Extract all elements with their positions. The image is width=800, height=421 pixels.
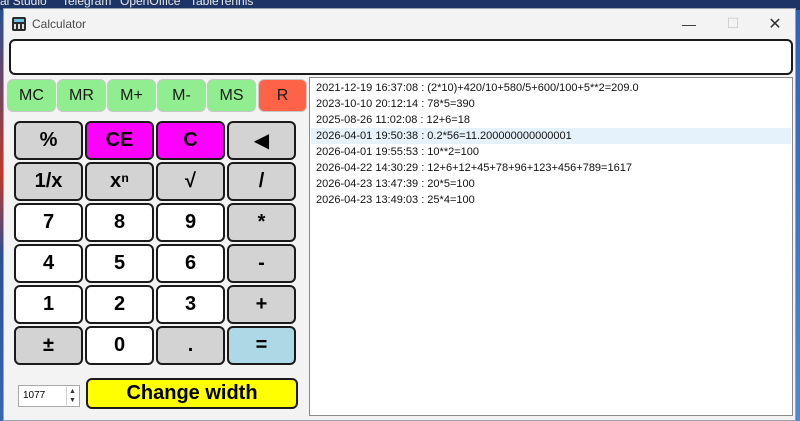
title-bar[interactable]: Calculator — ☐ ✕ <box>4 9 795 38</box>
history-list[interactable]: 2021-12-19 16:37:08 : (2*10)+420/10+580/… <box>309 77 793 416</box>
spin-down-icon[interactable]: ▼ <box>66 396 78 405</box>
window-title: Calculator <box>32 17 87 31</box>
history-item[interactable]: 2026-04-01 19:50:38 : 0.2*56=11.20000000… <box>311 128 791 144</box>
taskbar-label: Telegram <box>62 0 112 8</box>
minimize-button[interactable]: — <box>667 9 711 38</box>
clear-entry-key[interactable]: CE <box>85 121 154 160</box>
digit-5-key[interactable]: 5 <box>85 244 154 283</box>
multiply-key[interactable]: * <box>227 203 296 242</box>
taskbar-label: al Studio <box>0 0 47 8</box>
backspace-key[interactable]: ◀ <box>227 121 296 160</box>
digit-8-key[interactable]: 8 <box>85 203 154 242</box>
divide-key[interactable]: / <box>227 162 296 201</box>
digit-9-key[interactable]: 9 <box>156 203 225 242</box>
taskbar-label: TableTennis <box>190 0 254 8</box>
history-item[interactable]: 2023-10-10 20:12:14 : 78*5=390 <box>311 96 791 112</box>
negate-key[interactable]: ± <box>14 326 83 365</box>
memory-add-button[interactable]: M+ <box>107 79 156 112</box>
calculator-display[interactable] <box>9 39 793 75</box>
subtract-key[interactable]: - <box>227 244 296 283</box>
memory-store-button[interactable]: MS <box>207 79 256 112</box>
change-width-button[interactable]: Change width <box>86 378 298 409</box>
square-root-key[interactable]: √ <box>156 162 225 201</box>
maximize-button[interactable]: ☐ <box>711 9 755 38</box>
digit-3-key[interactable]: 3 <box>156 285 225 324</box>
taskbar-label: OpenOffice <box>120 0 181 8</box>
calculator-icon <box>12 17 26 31</box>
digit-7-key[interactable]: 7 <box>14 203 83 242</box>
memory-subtract-button[interactable]: M- <box>157 79 206 112</box>
power-key[interactable]: xⁿ <box>85 162 154 201</box>
spin-up-icon[interactable]: ▲ <box>66 387 78 396</box>
digit-4-key[interactable]: 4 <box>14 244 83 283</box>
desktop-background <box>796 10 800 421</box>
digit-6-key[interactable]: 6 <box>156 244 225 283</box>
memory-recall-button[interactable]: MR <box>57 79 106 112</box>
reset-button[interactable]: R <box>258 79 307 112</box>
digit-0-key[interactable]: 0 <box>85 326 154 365</box>
history-item[interactable]: 2021-12-19 16:37:08 : (2*10)+420/10+580/… <box>311 80 791 96</box>
history-item[interactable]: 2026-04-22 14:30:29 : 12+6+12+45+78+96+1… <box>311 160 791 176</box>
history-item[interactable]: 2026-04-01 19:55:53 : 10**2=100 <box>311 144 791 160</box>
decimal-point-key[interactable]: . <box>156 326 225 365</box>
clear-key[interactable]: C <box>156 121 225 160</box>
history-item[interactable]: 2025-08-26 11:02:08 : 12+6=18 <box>311 112 791 128</box>
width-value[interactable]: 1077 <box>23 390 45 401</box>
reciprocal-key[interactable]: 1/x <box>14 162 83 201</box>
add-key[interactable]: + <box>227 285 296 324</box>
digit-2-key[interactable]: 2 <box>85 285 154 324</box>
percent-key[interactable]: % <box>14 121 83 160</box>
history-item[interactable]: 2026-04-23 13:49:03 : 25*4=100 <box>311 192 791 208</box>
digit-1-key[interactable]: 1 <box>14 285 83 324</box>
history-item[interactable]: 2026-04-23 13:47:39 : 20*5=100 <box>311 176 791 192</box>
equals-key[interactable]: = <box>227 326 296 365</box>
memory-clear-button[interactable]: MC <box>7 79 56 112</box>
width-spinbox[interactable]: 1077 ▲ ▼ <box>18 385 80 407</box>
calculator-window: Calculator — ☐ ✕ MC MR M+ M- MS R % CE C… <box>3 8 796 421</box>
close-button[interactable]: ✕ <box>753 9 797 38</box>
